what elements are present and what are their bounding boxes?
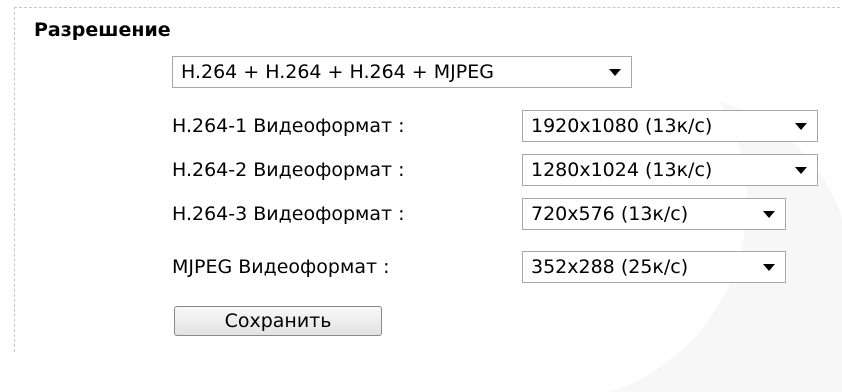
video-format-select-h264-2[interactable]: 1280x1024 (13к/с) [522, 154, 818, 186]
video-format-label-h264-1: H.264-1 Видеоформат : [172, 115, 405, 137]
stream-mode-value: H.264 + H.264 + H.264 + MJPEG [181, 61, 494, 83]
video-format-value-h264-3: 720x576 (13к/с) [531, 203, 689, 225]
save-button[interactable]: Сохранить [174, 306, 382, 336]
video-format-select-mjpeg[interactable]: 352x288 (25к/с) [522, 251, 786, 283]
video-format-label-h264-3: H.264-3 Видеоформат : [172, 203, 405, 225]
video-format-value-h264-1: 1920x1080 (13к/с) [531, 115, 713, 137]
section-title: Разрешение [34, 19, 171, 41]
chevron-down-icon [763, 264, 775, 271]
video-format-select-h264-3[interactable]: 720x576 (13к/с) [522, 198, 786, 230]
video-format-value-mjpeg: 352x288 (25к/с) [531, 256, 689, 278]
chevron-down-icon [763, 211, 775, 218]
stream-mode-select[interactable]: H.264 + H.264 + H.264 + MJPEG [172, 56, 632, 88]
video-format-label-mjpeg: MJPEG Видеоформат : [172, 256, 390, 278]
chevron-down-icon [795, 123, 807, 130]
chevron-down-icon [795, 167, 807, 174]
video-format-value-h264-2: 1280x1024 (13к/с) [531, 159, 713, 181]
video-format-select-h264-1[interactable]: 1920x1080 (13к/с) [522, 110, 818, 142]
video-format-label-h264-2: H.264-2 Видеоформат : [172, 159, 405, 181]
chevron-down-icon [609, 69, 621, 76]
